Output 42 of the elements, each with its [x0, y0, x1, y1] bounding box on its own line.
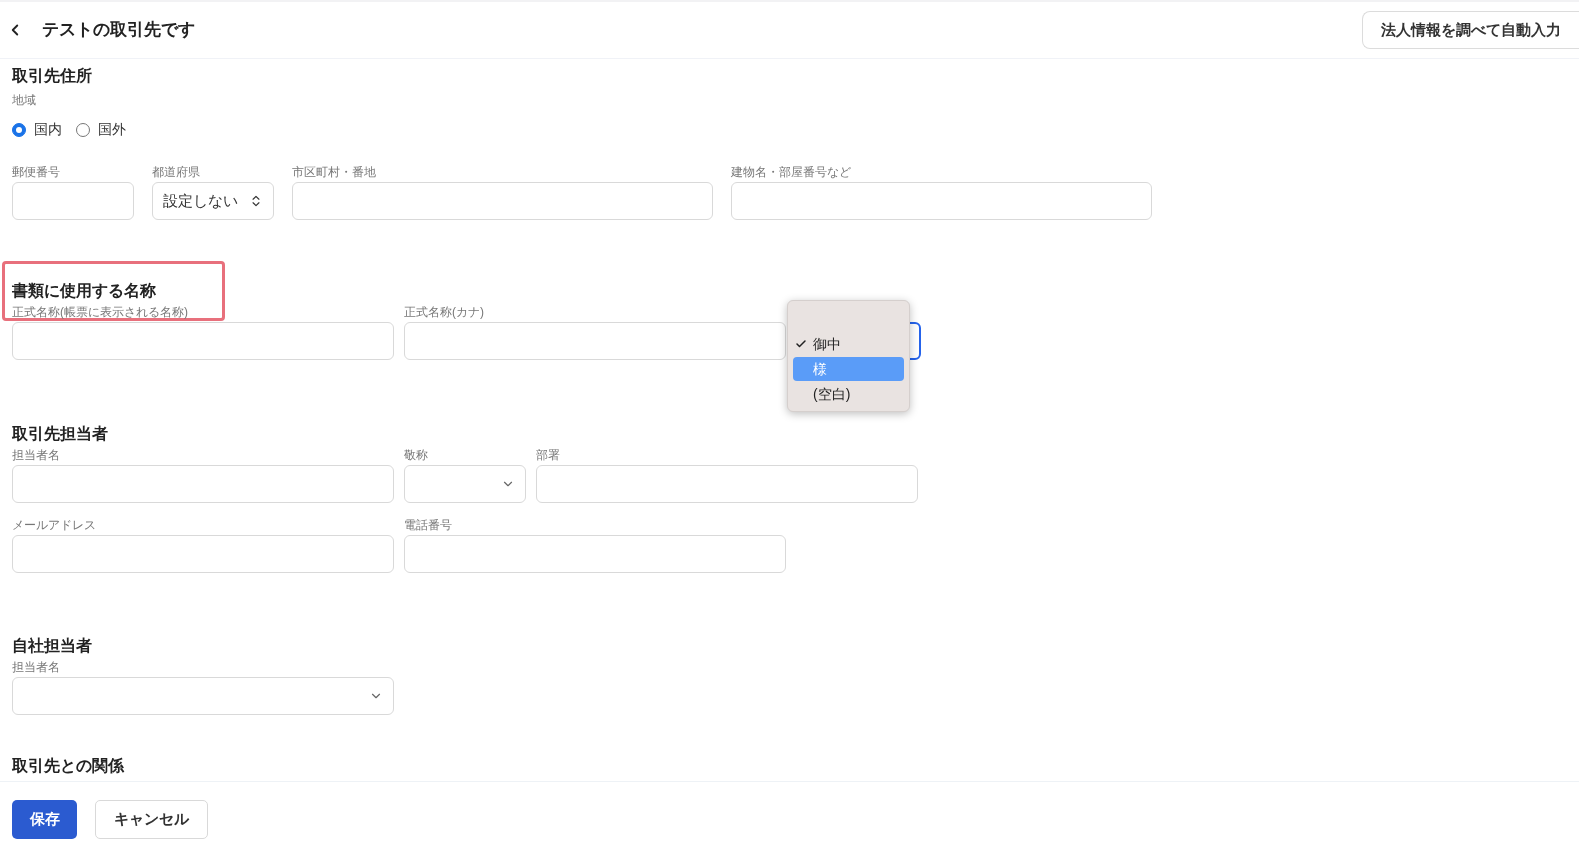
text-field[interactable] — [12, 535, 394, 573]
select-field[interactable] — [404, 465, 526, 503]
field-label: 担当者名 — [12, 659, 61, 675]
field-label: 市区町村・番地 — [292, 164, 377, 180]
radio-label: 国外 — [98, 120, 126, 139]
autofill-button[interactable]: 法人情報を調べて自動入力 — [1362, 11, 1579, 49]
up-down-icon — [249, 194, 263, 208]
field-label: 電話番号 — [404, 517, 453, 533]
text-field[interactable] — [731, 182, 1152, 220]
text-field[interactable] — [12, 182, 134, 220]
field-label: 担当者名 — [12, 447, 61, 463]
radio-button[interactable] — [76, 122, 90, 137]
section-heading: 取引先担当者 — [12, 424, 109, 444]
text-field[interactable] — [12, 465, 394, 503]
field-label: 都道府県 — [152, 164, 201, 180]
field-label: メールアドレス — [12, 517, 97, 533]
field-label: 正式名称(帳票に表示される名称) — [12, 304, 189, 320]
dropdown-option[interactable]: (空白) — [793, 382, 904, 406]
radio-label: 国内 — [34, 120, 62, 139]
field-label: 部署 — [536, 447, 561, 463]
select-field[interactable]: 設定しない — [152, 182, 274, 220]
field-label: 郵便番号 — [12, 164, 61, 180]
save-button[interactable]: 保存 — [12, 799, 77, 839]
text-field[interactable] — [404, 535, 786, 573]
section-heading: 取引先住所 — [12, 66, 93, 86]
section-heading: 自社担当者 — [12, 636, 93, 656]
text-field[interactable] — [536, 465, 918, 503]
section-heading: 書類に使用する名称 — [12, 281, 157, 301]
field-label: 建物名・部屋番号など — [731, 164, 852, 180]
select-field[interactable] — [12, 677, 394, 715]
field-label: 地域 — [12, 92, 37, 109]
text-field[interactable] — [12, 322, 394, 360]
text-field[interactable] — [292, 182, 713, 220]
field-label: 正式名称(カナ) — [404, 304, 485, 320]
section-heading: 取引先との関係 — [12, 756, 125, 776]
cancel-button[interactable]: キャンセル — [95, 799, 208, 839]
dropdown-option[interactable]: 御中 — [793, 332, 904, 356]
page-title: テストの取引先です — [42, 19, 195, 42]
field-label: 敬称 — [404, 447, 429, 463]
radio-button[interactable] — [12, 122, 26, 137]
check-icon — [795, 338, 807, 350]
text-field[interactable] — [404, 322, 786, 360]
